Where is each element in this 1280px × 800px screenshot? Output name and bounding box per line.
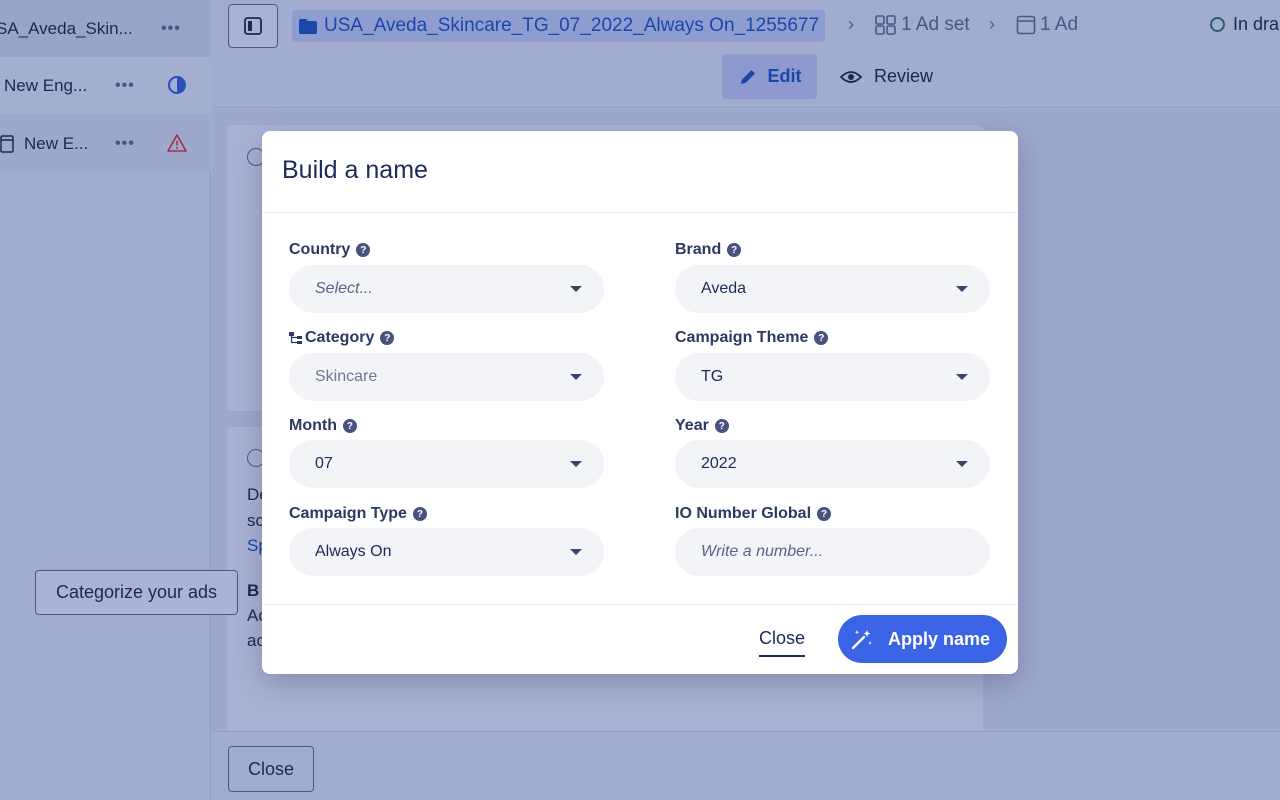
status-ring-icon <box>1210 17 1225 32</box>
modal-title: Build a name <box>282 156 428 184</box>
field-label-text: Brand <box>675 241 722 258</box>
help-icon[interactable]: ? <box>814 331 829 345</box>
select-value: Aveda <box>701 280 747 297</box>
help-icon[interactable]: ? <box>356 243 371 257</box>
brand-select[interactable]: Aveda <box>675 265 990 313</box>
category-select[interactable]: Skincare <box>289 353 604 401</box>
month-label: Month ? <box>289 417 357 435</box>
select-value: 2022 <box>701 455 737 472</box>
half-circle-icon <box>168 76 186 94</box>
sidebar-item-campaign[interactable]: SA_Aveda_Skin... ••• <box>0 0 211 57</box>
folder-icon <box>299 18 317 34</box>
field-label-text: Campaign Type <box>289 505 407 522</box>
select-value: Select... <box>315 280 373 297</box>
apply-name-button[interactable]: Apply name <box>838 615 1007 663</box>
sidebar-toggle-icon <box>244 17 262 35</box>
pencil-icon <box>740 69 755 84</box>
help-icon[interactable]: ? <box>714 419 729 433</box>
tab-review[interactable]: Review <box>840 54 933 99</box>
sidebar-item-label: SA_Aveda_Skin... <box>0 18 133 38</box>
caret-down-icon <box>956 286 968 292</box>
io-number-label: IO Number Global ? <box>675 505 832 523</box>
year-select[interactable]: 2022 <box>675 440 990 488</box>
caret-down-icon <box>956 374 968 380</box>
divider <box>262 212 1018 213</box>
campaign-type-select[interactable]: Always On <box>289 528 604 576</box>
footer: Close <box>212 731 1280 800</box>
categorize-ads-button[interactable]: Categorize your ads <box>35 570 238 615</box>
field-label-text: IO Number Global <box>675 505 812 522</box>
tab-edit[interactable]: Edit <box>722 54 817 99</box>
grid-icon <box>875 15 896 35</box>
ad-label: 1 Ad <box>1040 14 1079 35</box>
chevron-right-icon: › <box>848 14 854 34</box>
footer-close-button[interactable]: Close <box>228 746 314 792</box>
sidebar-item-label: New E... <box>24 133 89 153</box>
caret-down-icon <box>570 374 582 380</box>
tab-edit-label: Edit <box>767 66 802 86</box>
breadcrumb-ad[interactable]: 1 Ad <box>1016 14 1078 36</box>
status-badge: In dra <box>1210 14 1279 35</box>
top-bar: USA_Aveda_Skincare_TG_07_2022_Always On_… <box>212 0 1280 108</box>
caret-down-icon <box>570 549 582 555</box>
select-value: Always On <box>315 543 392 560</box>
help-icon[interactable]: ? <box>412 507 427 521</box>
magic-wand-icon <box>851 630 872 650</box>
build-name-modal: Build a name Country ? Select... Brand ?… <box>262 131 1018 674</box>
warning-icon <box>167 134 187 152</box>
year-label: Year ? <box>675 417 729 435</box>
chevron-right-icon: › <box>989 14 995 34</box>
status-label: In dra <box>1233 14 1280 34</box>
select-value: TG <box>701 368 724 385</box>
campaign-theme-label: Campaign Theme ? <box>675 329 829 347</box>
field-label-text: Country <box>289 241 351 258</box>
apply-name-label: Apply name <box>888 628 991 649</box>
caret-down-icon <box>570 461 582 467</box>
ad-set-label: 1 Ad set <box>901 14 970 35</box>
breadcrumb-campaign[interactable]: USA_Aveda_Skincare_TG_07_2022_Always On_… <box>292 10 826 42</box>
sidebar-item-label: New Eng... <box>4 75 88 95</box>
field-label-text: Year <box>675 417 709 434</box>
help-icon[interactable]: ? <box>342 419 357 433</box>
modal-close-button[interactable]: Close <box>759 628 806 657</box>
sidebar: SA_Aveda_Skin... ••• New Eng... ••• New … <box>0 0 211 800</box>
more-icon[interactable]: ••• <box>115 135 135 153</box>
sidebar-item-ad[interactable]: New E... ••• <box>0 115 211 172</box>
country-select[interactable]: Select... <box>289 265 604 313</box>
help-icon[interactable]: ? <box>727 243 742 257</box>
more-icon[interactable]: ••• <box>115 77 135 95</box>
ad-icon <box>1016 15 1036 35</box>
tab-review-label: Review <box>874 66 934 86</box>
category-label: Category ? <box>289 329 395 347</box>
month-select[interactable]: 07 <box>289 440 604 488</box>
ad-icon <box>0 135 14 153</box>
eye-icon <box>840 70 862 83</box>
brand-label: Brand ? <box>675 241 742 259</box>
field-label-text: Month <box>289 417 337 434</box>
caret-down-icon <box>570 286 582 292</box>
country-label: Country ? <box>289 241 371 259</box>
select-value: 07 <box>315 455 333 472</box>
sidebar-item-ad-set[interactable]: New Eng... ••• <box>0 57 211 114</box>
field-label-text: Campaign Theme <box>675 329 809 346</box>
divider <box>262 604 1018 605</box>
campaign-name: USA_Aveda_Skincare_TG_07_2022_Always On_… <box>324 15 820 36</box>
more-icon[interactable]: ••• <box>161 20 181 38</box>
io-number-input[interactable] <box>675 528 990 576</box>
breadcrumb-ad-set[interactable]: 1 Ad set <box>875 14 970 36</box>
help-icon[interactable]: ? <box>817 507 832 521</box>
hierarchy-icon <box>289 332 302 344</box>
help-icon[interactable]: ? <box>380 331 395 345</box>
campaign-type-label: Campaign Type ? <box>289 505 427 523</box>
campaign-theme-select[interactable]: TG <box>675 353 990 401</box>
select-value: Skincare <box>315 368 378 385</box>
sidebar-toggle-button[interactable] <box>228 4 278 48</box>
caret-down-icon <box>956 461 968 467</box>
field-label-text: Category <box>305 329 375 346</box>
card-heading: B <box>247 581 260 600</box>
